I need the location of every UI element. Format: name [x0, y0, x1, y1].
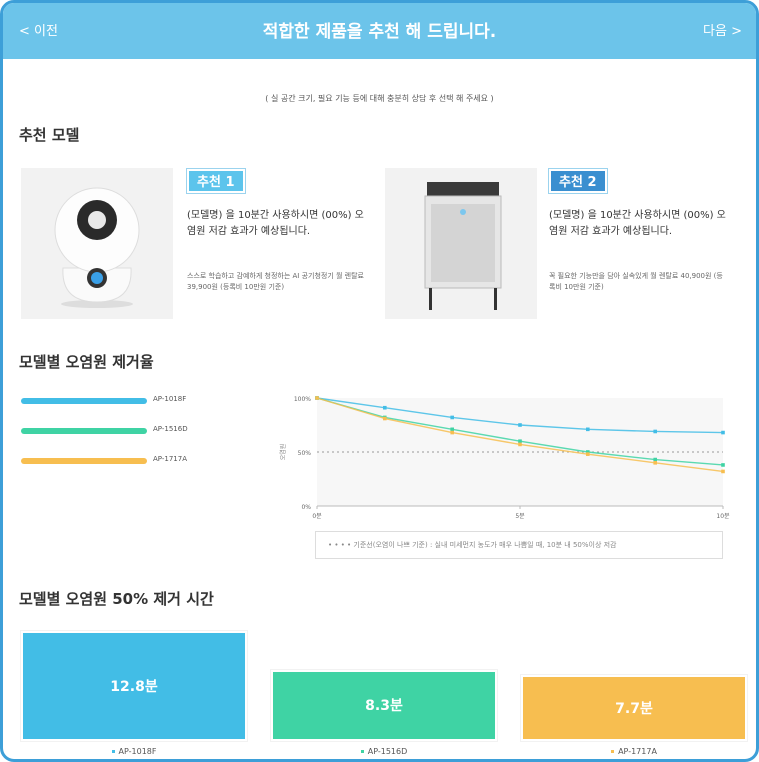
data-point-ap-1717a	[450, 430, 454, 435]
data-point-ap-1516d	[450, 427, 454, 432]
bar-ap-1018f: 12.8분	[20, 630, 248, 742]
tower-air-purifier-icon	[424, 182, 502, 310]
data-point-ap-1018f	[518, 423, 522, 427]
app-window: < 이전 적합한 제품을 추천 해 드립니다. 다음 > ( 실 공간 크기, …	[0, 0, 759, 762]
bar-category-text: AP-1717A	[618, 747, 657, 756]
next-button[interactable]: 다음 >	[703, 20, 742, 39]
bar-value-label: 7.7분	[615, 700, 653, 717]
recommend-badge-1: 추천 1	[186, 168, 246, 194]
legend-swatch	[21, 458, 147, 464]
product-desc-2: (모델명) 을 10분간 사용하시면 (00%) 오염원 저감 효과가 예상됩니…	[549, 210, 726, 237]
data-point-ap-1018f	[653, 429, 657, 434]
bar-color-dot	[111, 750, 115, 753]
recommend-section-title: 추천 모델	[19, 126, 80, 144]
data-point-ap-1516d	[721, 463, 725, 467]
x-tick-label: 0분	[312, 513, 322, 520]
data-point-ap-1018f	[450, 415, 454, 420]
bar-category-text: AP-1516D	[367, 747, 408, 756]
y-tick-label: 100%	[294, 396, 311, 403]
data-point-ap-1717a	[586, 452, 590, 456]
data-point-ap-1717a	[653, 461, 657, 465]
product-note-1: 스스로 학습하고 감예하게 청정하는 AI 공기청정기 월 렌탈료 39,900…	[187, 272, 364, 291]
product-image-2[interactable]	[385, 168, 537, 319]
bar-category-label: AP-1516D	[271, 747, 497, 756]
data-point-ap-1717a	[518, 442, 522, 447]
header-bar: < 이전 적합한 제품을 추천 해 드립니다. 다음 >	[3, 3, 756, 59]
data-point-ap-1018f	[721, 430, 725, 435]
bar-category-label: AP-1717A	[521, 747, 747, 756]
product-image-1[interactable]	[21, 168, 173, 319]
bar-category-text: AP-1018F	[118, 747, 157, 756]
consult-notice: ( 실 공간 크기, 필요 기능 등에 대해 충분히 상담 후 선택 해 주세요…	[265, 94, 494, 103]
y-axis-label: 오염원	[279, 444, 287, 461]
y-tick-label: 50%	[298, 450, 312, 457]
data-point-ap-1717a	[721, 469, 725, 474]
x-tick-label: 10분	[716, 513, 730, 520]
round-air-purifier-icon	[54, 187, 140, 308]
page-title: 적합한 제품을 추천 해 드립니다.	[262, 22, 497, 42]
data-point-ap-1717a	[383, 416, 387, 421]
bar-value-label: 12.8분	[110, 679, 158, 695]
legend-label: AP-1516D	[153, 425, 188, 433]
removal-line-chart: 100% 50% 0%0분 5분 10분 오염원	[279, 396, 730, 520]
data-point-ap-1516d	[518, 439, 522, 443]
x-tick-label: 5분	[515, 513, 525, 520]
data-point-ap-1018f	[586, 427, 590, 432]
data-point-ap-1717a	[315, 396, 319, 400]
legend-label: AP-1717A	[153, 455, 187, 463]
chart-caption: • • • • 기준선(오염이 나쁘 기준) : 실내 미세먼지 농도가 매우 …	[315, 531, 723, 559]
removal-section-title: 모델별 오염원 제거율	[19, 353, 154, 371]
bar-color-dot	[611, 750, 615, 753]
data-point-ap-1018f	[383, 405, 387, 410]
legend-label: AP-1018F	[153, 395, 187, 403]
bar-ap-1717a: 7.7분	[520, 673, 748, 743]
bar-category-label: AP-1018F	[21, 747, 247, 756]
half-time-section-title: 모델별 오염원 50% 제거 시간	[19, 590, 214, 608]
bar-ap-1516d: 8.3분	[270, 668, 498, 743]
bar-color-dot	[360, 750, 364, 753]
data-point-ap-1516d	[653, 457, 657, 462]
y-tick-label: 0%	[301, 504, 311, 511]
bar-value-label: 8.3분	[365, 698, 403, 715]
legend-swatch	[21, 398, 147, 404]
recommend-badge-2: 추천 2	[548, 168, 608, 194]
product-desc-1: (모델명) 을 10분간 사용하시면 (00%) 오염원 저감 효과가 예상됩니…	[187, 210, 364, 237]
legend-swatch	[21, 428, 147, 434]
product-note-2: 꼭 필요한 기능만을 담아 실속있게 월 렌탈료 40,900원 (등록비 10…	[549, 272, 723, 291]
